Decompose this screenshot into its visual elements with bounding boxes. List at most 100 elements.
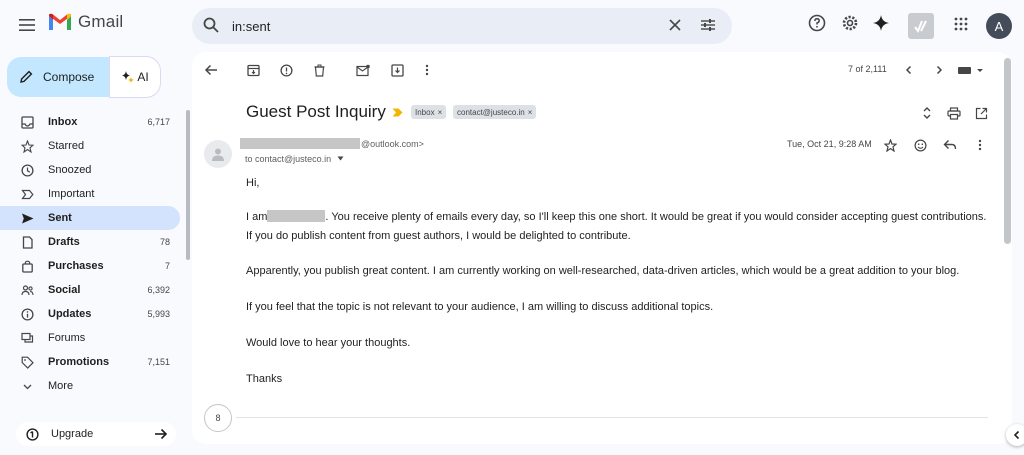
sidebar-item-label: Important [48,188,95,200]
ai-sparkle-icon [121,70,135,84]
mark-unread-icon[interactable] [354,61,372,79]
help-icon[interactable] [808,14,826,32]
body-paragraph-2: Apparently, you publish great content. I… [246,265,960,277]
move-to-icon[interactable] [388,61,406,79]
people-icon [20,283,34,297]
sidebar-item-social[interactable]: Social 6,392 [0,278,180,302]
sidebar-item-promotions[interactable]: Promotions 7,151 [0,350,180,374]
print-icon[interactable] [945,104,963,122]
body-paragraph-1: I am . You receive plenty of emails every… [246,208,1016,246]
gemini-sparkle-icon[interactable] [872,14,890,32]
gmail-logo[interactable]: Gmail [48,12,123,32]
sidebar-item-label: Purchases [48,260,104,272]
workspace-app-icon[interactable] [908,13,934,39]
reply-icon[interactable] [941,136,959,154]
sidebar-item-label: Updates [48,308,92,320]
more-vert-icon[interactable] [418,61,436,79]
label-chip-inbox[interactable]: Inbox × [411,105,447,119]
compose-button[interactable]: Compose [7,57,111,97]
arrow-right-icon [154,427,168,441]
ai-label: AI [137,70,149,84]
person-icon [212,148,224,161]
body-paragraph-4: Would love to hear your thoughts. [246,337,411,349]
sidebar-item-label: Starred [48,140,85,152]
open-new-window-icon[interactable] [972,104,990,122]
archive-icon[interactable] [244,61,262,79]
sidebar-item-updates[interactable]: Updates 5,993 [0,302,180,326]
send-icon [20,211,34,225]
body-closing: Thanks [246,373,283,385]
search-bar[interactable] [192,8,732,44]
sidebar-item-drafts[interactable]: Drafts 78 [0,230,180,254]
body-text-segment: . You receive plenty of emails every day… [325,211,987,223]
sidebar-item-important[interactable]: Important [0,182,180,206]
report-spam-icon[interactable] [277,61,295,79]
ai-compose-button[interactable]: AI [110,57,160,97]
remove-label-icon[interactable]: × [528,108,533,117]
label-chip-text: contact@justeco.in [457,107,525,117]
compose-label: Compose [43,70,95,84]
unread-count: 6,717 [147,117,170,127]
thread-divider [236,417,988,418]
sidebar-item-label: Social [48,284,81,296]
search-input[interactable] [232,8,652,44]
important-icon [20,187,34,201]
side-panel-toggle[interactable] [1006,424,1024,446]
sender-avatar[interactable] [204,140,232,168]
body-greeting: Hi, [246,177,260,189]
star-icon [20,139,34,153]
search-options-icon[interactable] [700,17,716,33]
main-menu-icon[interactable] [12,10,42,40]
avatar-initial: A [994,18,1004,34]
sidebar-item-forums[interactable]: Forums [0,326,180,350]
message-scrollbar[interactable] [1004,58,1011,244]
body-text-segment: I am [246,211,268,223]
search-icon[interactable] [202,16,220,34]
message-more-vert-icon[interactable] [971,136,989,154]
sidebar-item-snoozed[interactable]: Snoozed [0,158,180,182]
input-tools-keyboard-icon[interactable] [956,61,986,79]
unread-count: 7,151 [147,357,170,367]
settings-gear-icon[interactable] [841,14,859,32]
message-view: 7 of 2,111 Guest Post Inquiry Inbox × co… [192,52,1012,444]
clear-search-icon[interactable] [667,17,683,33]
pagination-text: 7 of 2,111 [848,64,887,74]
remove-label-icon[interactable]: × [438,108,443,117]
newer-chevron-left-icon[interactable] [900,61,918,79]
body-text-segment: If you do publish content from guest aut… [246,230,631,242]
sidebar-item-purchases[interactable]: Purchases 7 [0,254,180,278]
forum-icon [20,331,34,345]
delete-icon[interactable] [310,61,328,79]
recipient-line[interactable]: to contact@justeco.in [245,154,344,164]
bag-icon [20,259,34,273]
sidebar-item-label: More [48,380,74,392]
sidebar-item-inbox[interactable]: Inbox 6,717 [0,110,180,134]
thread-count-badge[interactable]: 8 [204,404,232,432]
draft-icon [20,235,34,249]
apps-grid-icon[interactable] [954,17,968,31]
star-message-icon[interactable] [881,136,899,154]
sidebar-item-more[interactable]: More [0,374,180,398]
sidebar-item-label: Forums [48,332,86,344]
sidebar-item-sent[interactable]: Sent [0,206,180,230]
back-arrow-icon[interactable] [202,61,220,79]
expand-all-icon[interactable] [918,104,936,122]
sidebar-scrollbar[interactable] [186,110,190,260]
upgrade-label: Upgrade [51,428,94,440]
account-avatar[interactable]: A [986,13,1012,39]
important-marker-icon[interactable] [392,108,403,117]
older-chevron-right-icon[interactable] [930,61,948,79]
sidebar-item-label: Drafts [48,236,80,248]
sender-email-domain: @outlook.com> [361,139,424,149]
emoji-reaction-icon[interactable] [911,136,929,154]
recipient-details-caret-icon[interactable] [337,156,344,161]
chevron-down-icon [20,379,34,393]
top-bar: Gmail A [0,0,1024,52]
sidebar-item-label: Sent [48,212,72,224]
upgrade-button[interactable]: Upgrade [16,422,176,446]
redacted-sender-name-inline [267,210,326,222]
label-chip-contact[interactable]: contact@justeco.in × [453,105,537,119]
body-paragraph-3: If you feel that the topic is not releva… [246,301,714,313]
unread-count: 5,993 [147,309,170,319]
sidebar-item-starred[interactable]: Starred [0,134,180,158]
